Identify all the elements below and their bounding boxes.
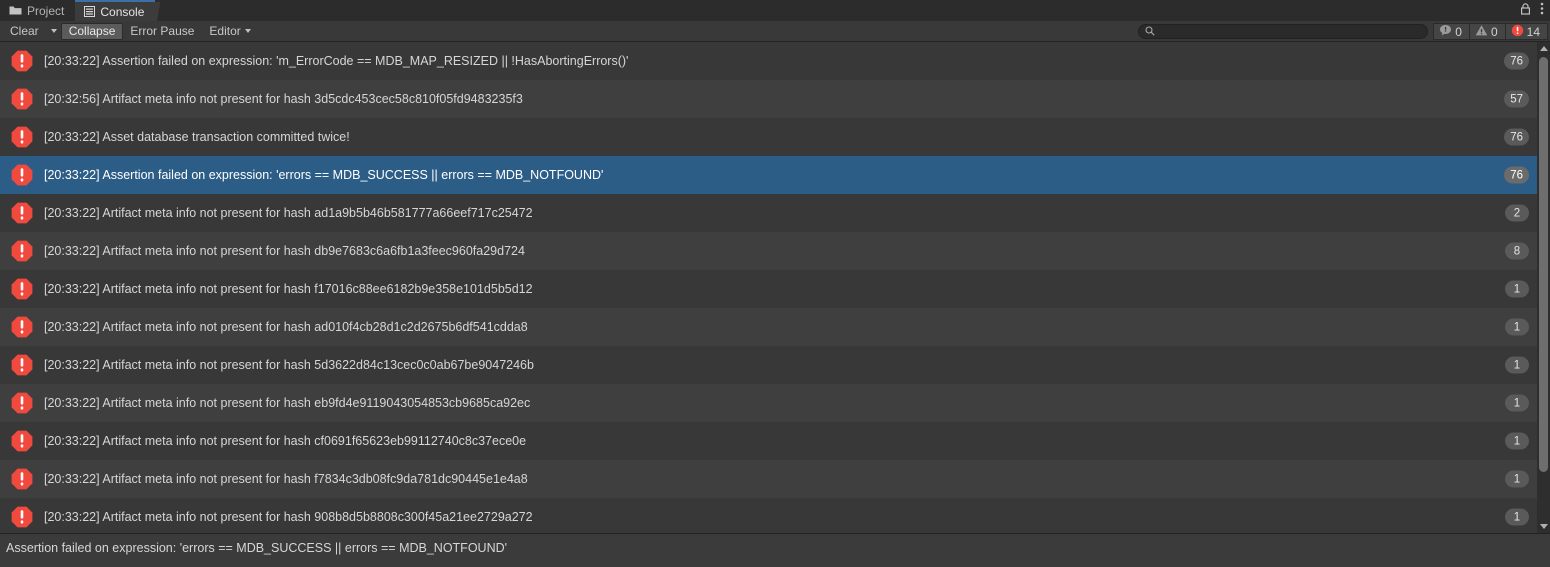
collapse-button-label: Collapse [68, 24, 116, 38]
collapse-button[interactable]: Collapse [60, 22, 124, 40]
log-entry-row[interactable]: [20:33:22] Asset database transaction co… [0, 118, 1537, 156]
log-entry-row[interactable]: [20:33:22] Artifact meta info not presen… [0, 232, 1537, 270]
log-entry-row[interactable]: [20:33:22] Artifact meta info not presen… [0, 498, 1537, 533]
log-entry-count-badge: 1 [1505, 280, 1529, 298]
error-octagon-icon [10, 429, 34, 453]
scroll-up-button[interactable] [1537, 42, 1550, 55]
log-entry-count-badge: 76 [1504, 166, 1529, 184]
search-icon [1145, 23, 1155, 41]
log-entry-count-badge: 2 [1505, 204, 1529, 222]
more-menu-icon[interactable] [1540, 2, 1544, 20]
clear-dropdown-button[interactable] [46, 23, 62, 40]
log-entry-row[interactable]: [20:33:22] Assertion failed on expressio… [0, 42, 1537, 80]
log-entry-message: [20:33:22] Asset database transaction co… [44, 130, 350, 144]
error-octagon-icon [10, 201, 34, 225]
error-octagon-icon [10, 239, 34, 263]
console-icon [84, 6, 96, 17]
log-entry-count-badge: 57 [1504, 90, 1529, 108]
clear-button[interactable]: Clear [2, 23, 47, 40]
warning-counter[interactable]: 0 [1468, 23, 1506, 40]
log-entry-message: [20:33:22] Artifact meta info not presen… [44, 244, 525, 258]
search-input[interactable] [1155, 25, 1422, 38]
console-log-area: [20:33:22] Assertion failed on expressio… [0, 42, 1550, 533]
error-octagon-icon [10, 125, 34, 149]
log-entry-message: [20:32:56] Artifact meta info not presen… [44, 92, 523, 106]
error-counter-count: 14 [1526, 24, 1540, 39]
error-pause-button-label: Error Pause [130, 24, 195, 38]
error-counter[interactable]: 14 [1504, 23, 1548, 40]
log-entry-count-badge: 76 [1504, 128, 1529, 146]
tab-console-label: Console [100, 4, 145, 19]
log-detail-text: Assertion failed on expression: 'errors … [0, 534, 1550, 567]
error-octagon-icon [10, 277, 34, 301]
clear-button-label: Clear [10, 24, 39, 38]
error-octagon-icon [10, 87, 34, 111]
error-octagon-icon [10, 467, 34, 491]
log-entry-count-badge: 76 [1504, 52, 1529, 70]
info-counter[interactable]: 0 [1433, 23, 1470, 40]
search-box[interactable] [1138, 23, 1429, 41]
error-octagon-icon [10, 505, 34, 529]
folder-icon [9, 5, 22, 16]
log-entry-message: [20:33:22] Artifact meta info not presen… [44, 472, 528, 486]
log-entry-row[interactable]: [20:33:22] Artifact meta info not presen… [0, 346, 1537, 384]
error-octagon-icon [10, 315, 34, 339]
chevron-down-icon [244, 29, 251, 33]
lock-icon[interactable] [1520, 2, 1531, 20]
log-entry-row[interactable]: [20:33:22] Artifact meta info not presen… [0, 460, 1537, 498]
log-entry-message: [20:33:22] Artifact meta info not presen… [44, 434, 527, 448]
log-entry-row[interactable]: [20:33:22] Assertion failed on expressio… [0, 156, 1537, 194]
error-pause-button[interactable]: Error Pause [122, 23, 202, 40]
error-octagon-icon [10, 163, 34, 187]
info-counter-count: 0 [1455, 24, 1462, 39]
chevron-down-icon [50, 29, 57, 33]
log-entry-message: [20:33:22] Assertion failed on expressio… [44, 168, 604, 182]
warning-counter-count: 0 [1490, 24, 1498, 39]
error-octagon-icon [10, 353, 34, 377]
console-log-list[interactable]: [20:33:22] Assertion failed on expressio… [0, 42, 1537, 533]
log-entry-count-badge: 1 [1505, 356, 1529, 374]
log-entry-message: [20:33:22] Artifact meta info not presen… [44, 358, 534, 372]
window-controls [1520, 0, 1544, 21]
log-entry-row[interactable]: [20:33:22] Artifact meta info not presen… [0, 270, 1537, 308]
log-entry-count-badge: 8 [1505, 242, 1529, 260]
log-entry-row[interactable]: [20:33:22] Artifact meta info not presen… [0, 194, 1537, 232]
window-tab-strip: Project Console [0, 0, 1550, 23]
log-entry-row[interactable]: [20:33:22] Artifact meta info not presen… [0, 422, 1537, 460]
console-toolbar: Clear Collapse Error Pause Editor 0 0 14 [0, 21, 1550, 42]
error-octagon-icon [1511, 24, 1524, 40]
log-entry-count-badge: 1 [1505, 432, 1529, 450]
scrollbar-track[interactable] [1537, 55, 1550, 520]
log-entry-message: [20:33:22] Assertion failed on expressio… [44, 54, 629, 68]
log-entry-message: [20:33:22] Artifact meta info not presen… [44, 282, 533, 296]
tab-project[interactable]: Project [0, 0, 76, 21]
log-entry-message: [20:33:22] Artifact meta info not presen… [44, 510, 533, 524]
log-entry-count-badge: 1 [1505, 470, 1529, 488]
tab-console[interactable]: Console [75, 0, 163, 23]
arrow-up-icon [1539, 46, 1548, 51]
editor-dropdown-button[interactable]: Editor [201, 23, 258, 40]
log-entry-row[interactable]: [20:33:22] Artifact meta info not presen… [0, 308, 1537, 346]
log-entry-count-badge: 1 [1505, 508, 1529, 526]
editor-dropdown-label: Editor [209, 24, 241, 38]
scroll-down-button[interactable] [1537, 520, 1550, 533]
scrollbar-thumb[interactable] [1539, 57, 1548, 472]
log-entry-count-badge: 1 [1505, 394, 1529, 412]
log-entry-message: [20:33:22] Artifact meta info not presen… [44, 320, 528, 334]
log-entry-row[interactable]: [20:33:22] Artifact meta info not presen… [0, 384, 1537, 422]
log-entry-message: [20:33:22] Artifact meta info not presen… [44, 396, 531, 410]
info-bubble-icon [1439, 24, 1452, 40]
log-entry-count-badge: 1 [1505, 318, 1529, 336]
toolbar-right-group: 0 0 14 [1138, 23, 1548, 40]
arrow-down-icon [1539, 524, 1548, 529]
log-entry-row[interactable]: [20:32:56] Artifact meta info not presen… [0, 80, 1537, 118]
log-vertical-scrollbar[interactable] [1537, 42, 1550, 533]
error-octagon-icon [10, 49, 34, 73]
tab-project-label: Project [27, 3, 65, 18]
log-entry-message: [20:33:22] Artifact meta info not presen… [44, 206, 533, 220]
error-octagon-icon [10, 391, 34, 415]
warning-triangle-icon [1475, 24, 1488, 40]
